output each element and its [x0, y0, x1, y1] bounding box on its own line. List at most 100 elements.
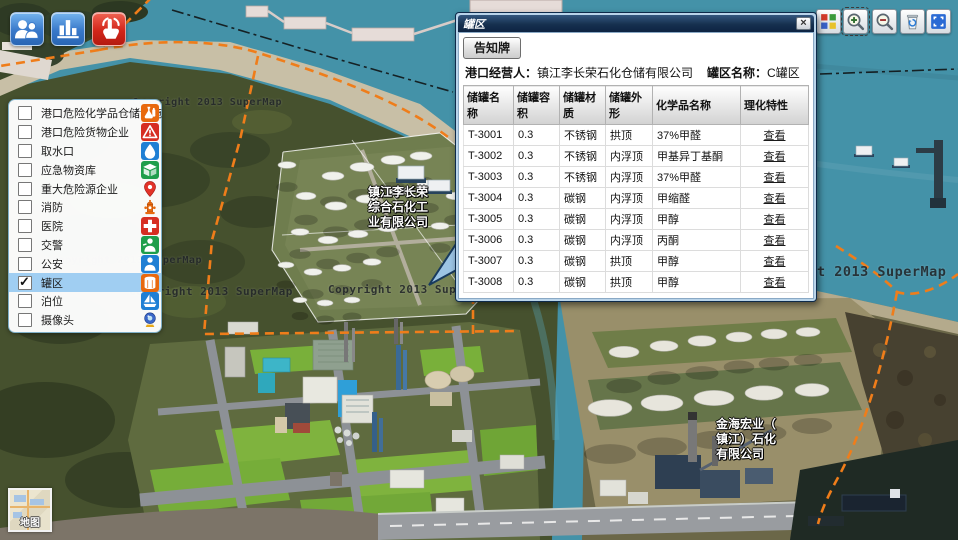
- notice-board-button[interactable]: 告知牌: [463, 37, 521, 59]
- hospital-icon: [141, 217, 159, 235]
- legend-button[interactable]: [816, 9, 841, 34]
- statistics-button[interactable]: [51, 12, 85, 46]
- view-link[interactable]: 查看: [764, 235, 786, 247]
- minimap-block: [14, 495, 26, 502]
- clear-button[interactable]: [900, 9, 925, 34]
- cell-volume: 0.3: [514, 272, 560, 293]
- cell-chemical: 37%甲醛: [653, 125, 741, 146]
- table-row: T-3002 0.3 不锈钢 内浮顶 甲基异丁基酮 查看: [464, 146, 809, 167]
- layer-item[interactable]: 消防: [9, 198, 161, 217]
- cell-volume: 0.3: [514, 251, 560, 272]
- cell-volume: 0.3: [514, 125, 560, 146]
- layer-item[interactable]: 泊位: [9, 292, 161, 311]
- hazard-warning-icon: [141, 123, 159, 141]
- table-row: T-3001 0.3 不锈钢 拱顶 37%甲醛 查看: [464, 125, 809, 146]
- cell-volume: 0.3: [514, 146, 560, 167]
- cell-action: 查看: [741, 230, 809, 251]
- checkbox[interactable]: [18, 200, 32, 214]
- tank-area-icon: [141, 274, 159, 292]
- dialog-info-line: 港口经营人：镇江李长荣石化仓储有限公司罐区名称：C罐区: [465, 64, 807, 81]
- checkbox[interactable]: [18, 294, 32, 308]
- checkbox[interactable]: [18, 125, 32, 139]
- layer-item-label: 应急物资库: [41, 162, 96, 178]
- dialog-title: 罐区: [463, 16, 485, 32]
- checkbox[interactable]: [18, 219, 32, 233]
- close-icon[interactable]: ×: [796, 17, 811, 30]
- layer-item-label: 医院: [41, 218, 63, 234]
- main-toolbar: [10, 12, 126, 46]
- checkbox[interactable]: [18, 276, 32, 290]
- touch-select-button[interactable]: [92, 12, 126, 46]
- berth-icon: [141, 292, 159, 310]
- clear-icon: [902, 11, 923, 32]
- cell-material: 碳钢: [560, 251, 606, 272]
- layer-item-label: 取水口: [41, 143, 74, 159]
- layer-item[interactable]: 取水口: [9, 142, 161, 161]
- company-label-right: 金海宏业（ 镇江）石化 有限公司: [716, 417, 776, 462]
- layer-item-label: 重大危险源企业: [41, 181, 118, 197]
- layer-item-label: 公安: [41, 256, 63, 272]
- crowd-button[interactable]: [10, 12, 44, 46]
- cell-action: 查看: [741, 167, 809, 188]
- cell-shape: 内浮顶: [606, 146, 653, 167]
- cell-tank-name: T-3005: [464, 209, 514, 230]
- layer-item[interactable]: 港口危险化学品仓储设施: [9, 104, 161, 123]
- layer-item[interactable]: 摄像头: [9, 311, 161, 330]
- cell-material: 碳钢: [560, 230, 606, 251]
- view-link[interactable]: 查看: [764, 193, 786, 205]
- layer-item[interactable]: 医院: [9, 217, 161, 236]
- tank-area-dialog: 罐区 × 告知牌 港口经营人：镇江李长荣石化仓储有限公司罐区名称：C罐区 储罐名…: [455, 12, 817, 302]
- minimap-toggle[interactable]: 地图: [8, 488, 52, 532]
- cell-shape: 拱顶: [606, 251, 653, 272]
- layer-item[interactable]: 重大危险源企业: [9, 179, 161, 198]
- checkbox[interactable]: [18, 106, 32, 120]
- checkbox[interactable]: [18, 238, 32, 252]
- col-header: 理化特性: [741, 86, 809, 125]
- checkbox[interactable]: [18, 257, 32, 271]
- camera-icon: [141, 311, 159, 329]
- cell-shape: 拱顶: [606, 125, 653, 146]
- view-link[interactable]: 查看: [764, 151, 786, 163]
- checkbox[interactable]: [18, 313, 32, 327]
- zoom-out-button[interactable]: [872, 9, 897, 34]
- full-extent-button[interactable]: [926, 9, 951, 34]
- layer-item[interactable]: 公安: [9, 254, 161, 273]
- layer-item[interactable]: 港口危险货物企业: [9, 123, 161, 142]
- crowd-icon: [11, 13, 43, 45]
- public-security-icon: [141, 255, 159, 273]
- table-row: T-3005 0.3 碳钢 内浮顶 甲醇 查看: [464, 209, 809, 230]
- cell-tank-name: T-3001: [464, 125, 514, 146]
- zoom-in-button[interactable]: [843, 9, 868, 34]
- view-link[interactable]: 查看: [764, 277, 786, 289]
- zoom-in-icon: [845, 11, 866, 32]
- layer-item[interactable]: 交警: [9, 236, 161, 255]
- layer-item[interactable]: 罐区: [9, 273, 161, 292]
- water-intake-icon: [141, 142, 159, 160]
- cell-volume: 0.3: [514, 209, 560, 230]
- checkbox[interactable]: [18, 144, 32, 158]
- cell-chemical: 甲醇: [653, 251, 741, 272]
- cell-shape: 内浮顶: [606, 167, 653, 188]
- cell-tank-name: T-3002: [464, 146, 514, 167]
- layer-item-label: 泊位: [41, 293, 63, 309]
- dialog-titlebar[interactable]: 罐区 ×: [458, 15, 814, 32]
- cell-action: 查看: [741, 251, 809, 272]
- cell-volume: 0.3: [514, 188, 560, 209]
- operator-label: 港口经营人：: [465, 66, 537, 80]
- view-link[interactable]: 查看: [764, 172, 786, 184]
- cell-action: 查看: [741, 209, 809, 230]
- checkbox[interactable]: [18, 182, 32, 196]
- checkbox[interactable]: [18, 163, 32, 177]
- legend-icon: [818, 11, 839, 32]
- table-row: T-3007 0.3 碳钢 拱顶 甲醇 查看: [464, 251, 809, 272]
- table-row: T-3008 0.3 碳钢 拱顶 甲醇 查看: [464, 272, 809, 293]
- view-link[interactable]: 查看: [764, 130, 786, 142]
- tank-table: 储罐名称 储罐容积 储罐材质 储罐外形 化学品名称 理化特性 T-3001 0.…: [463, 85, 809, 293]
- view-link[interactable]: 查看: [764, 256, 786, 268]
- layer-item[interactable]: 应急物资库: [9, 160, 161, 179]
- cell-tank-name: T-3008: [464, 272, 514, 293]
- cell-tank-name: T-3006: [464, 230, 514, 251]
- view-link[interactable]: 查看: [764, 214, 786, 226]
- layer-item-label: 交警: [41, 237, 63, 253]
- cell-volume: 0.3: [514, 167, 560, 188]
